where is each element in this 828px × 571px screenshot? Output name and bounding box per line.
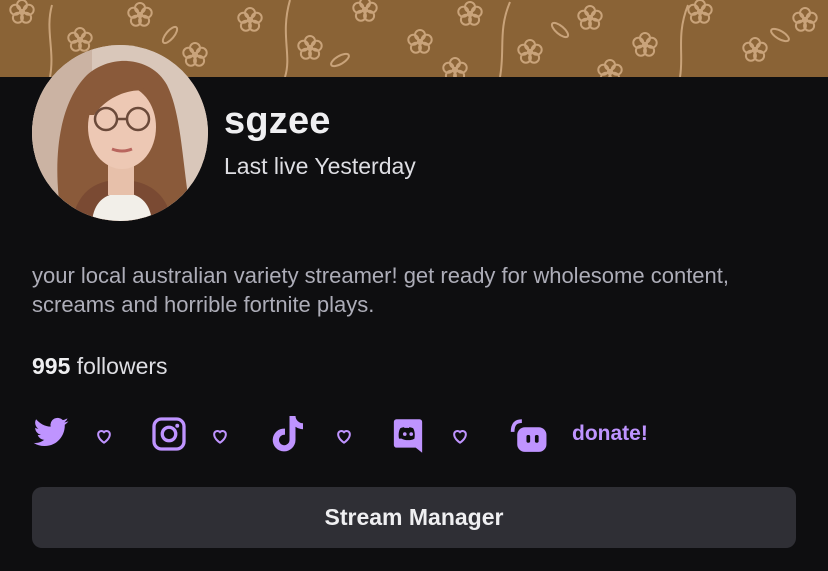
twitter-favorite-heart-icon[interactable] xyxy=(94,426,114,451)
twitter-icon xyxy=(33,417,69,446)
instagram-favorite-heart-icon[interactable] xyxy=(210,426,230,451)
channel-bio: your local australian variety streamer! … xyxy=(32,263,729,317)
streamlabs-icon xyxy=(510,419,547,452)
stream-manager-button[interactable]: Stream Manager xyxy=(32,487,796,548)
followers-label: followers xyxy=(70,353,168,379)
last-live-status: Last live Yesterday xyxy=(224,153,416,179)
avatar[interactable] xyxy=(32,45,208,221)
discord-icon xyxy=(393,419,423,453)
discord-link[interactable] xyxy=(392,414,424,456)
avatar-image xyxy=(32,45,208,221)
social-links: donate! xyxy=(32,414,792,456)
followers-number: 995 xyxy=(32,353,71,379)
tiktok-favorite-heart-icon[interactable] xyxy=(334,426,354,451)
channel-username: sgzee xyxy=(224,100,331,142)
discord-favorite-heart-icon[interactable] xyxy=(450,426,470,451)
donate-link[interactable] xyxy=(508,414,548,456)
donate-label[interactable]: donate! xyxy=(572,422,648,446)
twitter-link[interactable] xyxy=(32,414,70,456)
tiktok-link[interactable] xyxy=(270,414,306,456)
tiktok-icon xyxy=(272,416,303,452)
instagram-link[interactable] xyxy=(151,414,187,456)
followers-count[interactable]: 995 followers xyxy=(32,353,168,380)
instagram-icon xyxy=(152,417,186,451)
